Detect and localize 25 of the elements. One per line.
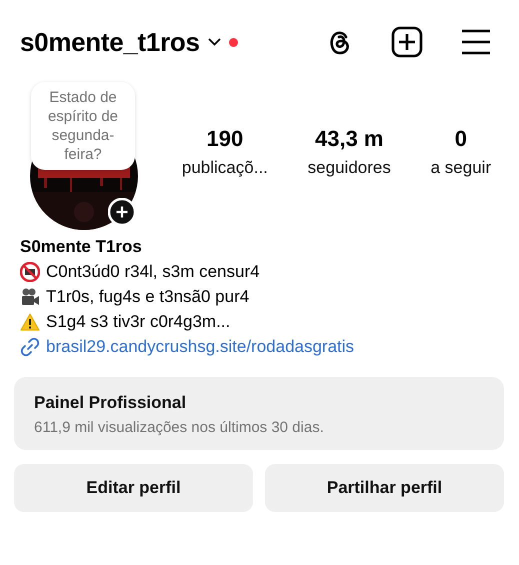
profile-action-button[interactable]: Editar perfil — [14, 464, 253, 512]
add-post-icon[interactable] — [391, 26, 423, 58]
card-subtitle: 611,9 mil visualizações nos últimos 30 dias. — [34, 419, 325, 436]
menu-icon[interactable] — [461, 29, 491, 55]
stat-label[interactable]: seguidores — [308, 158, 391, 178]
note-tooltip[interactable]: Estado de espírito de segunda-feira? — [31, 82, 135, 170]
stat-count[interactable]: 43,3 m — [315, 126, 384, 152]
bio-text: S1g4 s3 tiv3r c0r4g3m... — [46, 311, 230, 333]
stat-label[interactable]: publicaçõ... — [182, 158, 268, 178]
link-icon — [20, 336, 40, 356]
profile-action-button[interactable]: Partilhar perfil — [265, 464, 504, 512]
bio-text: T1r0s, fug4s e t3nsã0 pur4 — [46, 286, 250, 308]
username[interactable]: s0mente_t1ros — [20, 26, 200, 58]
add-story-icon[interactable] — [108, 198, 136, 226]
bio-link[interactable]: brasil29.candycrushsg.site/rodadasgratis — [46, 334, 354, 359]
stat-label[interactable]: a seguir — [430, 158, 492, 178]
movie-camera-icon — [20, 288, 40, 306]
warning-icon — [20, 312, 40, 330]
bio-text: C0nt3úd0 r34l, s3m censur4 — [46, 261, 260, 283]
display-name: S0mente T1ros — [20, 236, 143, 258]
card-title: Painel Profissional — [34, 393, 188, 413]
stat-count[interactable]: 190 — [206, 126, 244, 152]
stat-count[interactable]: 0 — [454, 126, 467, 152]
chevron-down-icon[interactable] — [208, 38, 221, 46]
professional-dashboard-card[interactable]: Painel Profissional 611,9 mil visualizações nos últimos 30 dias. — [14, 377, 504, 450]
